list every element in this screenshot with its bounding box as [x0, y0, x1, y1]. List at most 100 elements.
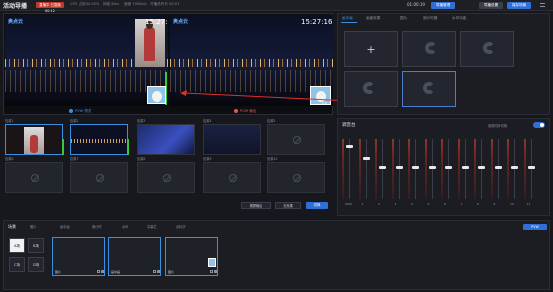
channel-label: 4	[411, 202, 413, 206]
scene-b-button[interactable]: B场	[28, 238, 44, 253]
add-pip-button[interactable]: +	[344, 31, 398, 67]
source-tile-10[interactable]	[267, 162, 325, 193]
delete-icon[interactable]	[157, 270, 160, 273]
fader-knob[interactable]	[494, 166, 502, 169]
fader-track	[415, 139, 416, 199]
channel-label: 9	[493, 202, 496, 206]
fader-knob[interactable]	[362, 157, 370, 160]
source-tile-5[interactable]	[267, 124, 325, 155]
scene-title: 场景	[8, 224, 16, 229]
mixer-channel-10[interactable]: 10	[507, 139, 518, 207]
mixer-channel-7[interactable]: 7	[457, 139, 469, 207]
level-meter	[408, 139, 410, 199]
fader-knob[interactable]	[379, 166, 386, 169]
tab-pip[interactable]: 画中画	[342, 16, 353, 21]
edit-icon[interactable]	[210, 270, 213, 273]
pip-layout-4[interactable]	[402, 71, 456, 107]
delete-icon[interactable]	[214, 270, 217, 273]
source-label: 信源8	[137, 157, 146, 161]
pvw-logo: 奥点云	[8, 19, 24, 25]
fader-knob[interactable]	[527, 166, 535, 169]
live-badge: 直播中 已直播00:12	[36, 2, 64, 13]
tab-pip-underline	[341, 22, 357, 23]
source-tile-4[interactable]	[203, 124, 261, 155]
source-tile-7[interactable]	[70, 162, 128, 193]
source-label: 信源4	[203, 119, 212, 123]
pip-layout-1[interactable]	[402, 31, 456, 67]
fader-knob[interactable]	[445, 166, 452, 169]
delete-icon[interactable]	[101, 270, 104, 273]
pvw-button[interactable]: PVW	[523, 224, 547, 230]
mixer-channel-6[interactable]: 6	[441, 139, 452, 207]
empty-source-icon	[31, 174, 39, 182]
fader-knob[interactable]	[461, 166, 469, 169]
fader-knob[interactable]	[346, 145, 353, 148]
channel-label: 8	[477, 202, 479, 206]
output-mode-select[interactable]: 横屏输出	[241, 202, 271, 209]
scene-tab-pip[interactable]: 画中画	[60, 224, 70, 229]
scene-tab-watermark[interactable]: 水印	[122, 224, 128, 229]
source-tile-1[interactable]	[5, 124, 64, 155]
fader-knob[interactable]	[511, 166, 518, 169]
mixer-channels: PGM 1 2 3 4 5 6 7 8 9 10 11	[338, 119, 551, 217]
source-tile-9[interactable]	[203, 162, 261, 193]
speed-stat: 速度 700Kb/s	[124, 2, 147, 6]
level-meter	[358, 139, 361, 199]
director-manage-button[interactable]: 导播管理	[431, 1, 455, 9]
save-scene-button[interactable]: 保存场景	[507, 1, 531, 9]
tab-picture-effects[interactable]: 画面效果	[366, 16, 380, 21]
channel-label: 3	[394, 202, 397, 206]
scene-card-3[interactable]: 图片	[165, 237, 218, 276]
mixer-channel-2[interactable]: 2	[375, 139, 386, 207]
director-settings-button[interactable]: 导播设置	[479, 1, 503, 9]
pip-layout-3[interactable]	[344, 71, 398, 107]
channel-label: 2	[378, 202, 380, 206]
tab-watermark[interactable]: 水印功能	[452, 16, 466, 21]
channel-label: 5	[427, 202, 430, 206]
fader-track	[530, 139, 532, 199]
menu-icon[interactable]	[540, 3, 545, 7]
tab-countdown[interactable]: 倒计时器	[423, 16, 437, 21]
mixer-channel-PGM[interactable]: PGM	[342, 139, 353, 207]
transition-select[interactable]: 无效果	[275, 202, 301, 209]
pvw-screen[interactable]: 奥点云 15:27:16	[5, 15, 168, 106]
mixer-channel-8[interactable]: 8	[474, 139, 485, 207]
scene-d-button[interactable]: D场	[28, 257, 44, 272]
mixer-channel-5[interactable]: 5	[424, 139, 436, 207]
channel-label: 7	[460, 202, 463, 206]
level-meter	[507, 139, 509, 199]
level-meter	[490, 139, 493, 199]
fader-knob[interactable]	[395, 166, 403, 169]
edit-icon[interactable]	[153, 270, 156, 273]
source-tile-6[interactable]	[5, 162, 63, 193]
mixer-channel-4[interactable]: 4	[408, 139, 419, 207]
edit-icon[interactable]	[97, 270, 100, 273]
scene-c-button[interactable]: C场	[9, 257, 25, 272]
fader-track	[431, 139, 433, 199]
tab-images[interactable]: 图片	[400, 16, 407, 21]
source-tile-3[interactable]	[137, 124, 195, 155]
fader-knob[interactable]	[478, 166, 485, 169]
fader-knob[interactable]	[412, 166, 419, 169]
source-tile-2[interactable]	[70, 124, 129, 155]
mixer-channel-3[interactable]: 3	[391, 139, 403, 207]
scene-card-2[interactable]: 画中画	[108, 237, 161, 276]
scene-tab-countdown[interactable]: 倒计时	[92, 224, 102, 229]
app-root: 活动导播 直播中 已直播00:12 CPU 占用34.00% 网络 8ms 速度…	[0, 0, 553, 292]
scene-a-button[interactable]: A场	[9, 238, 25, 253]
mixer-channel-11[interactable]: 11	[523, 139, 535, 207]
scene-card-1[interactable]: 图片	[52, 237, 105, 276]
scene-tab-logo-text[interactable]: 台标字	[176, 224, 186, 229]
pvw-pip-thumbnail[interactable]	[147, 86, 166, 104]
pvw-person-overlay	[135, 19, 165, 67]
effects-panel: 画中画 画面效果 图片 倒计时器 水印功能 +	[337, 13, 550, 115]
mixer-channel-1[interactable]: 1	[358, 139, 370, 207]
pip-layout-2[interactable]	[460, 31, 514, 67]
fader-knob[interactable]	[428, 166, 436, 169]
scene-tab-subtitle[interactable]: 字幕栏	[147, 224, 157, 229]
source-tile-8[interactable]	[137, 162, 195, 193]
switch-button[interactable]: 切换	[306, 202, 328, 209]
cpu-stat: CPU 占用34.00%	[70, 2, 100, 6]
mixer-channel-9[interactable]: 9	[490, 139, 502, 207]
scene-tab-image[interactable]: 图片	[30, 224, 36, 229]
